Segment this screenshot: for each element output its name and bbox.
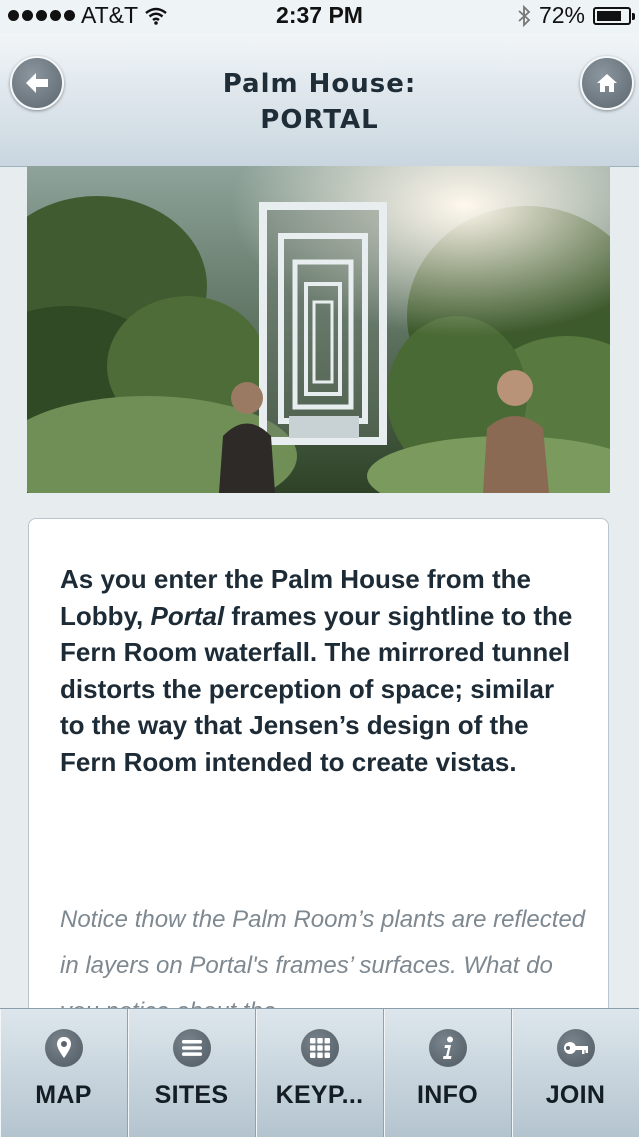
tab-bar: MAP SITES KEYP... INFO JOIN	[0, 1008, 639, 1137]
lead-paragraph: As you enter the Palm House from the Lob…	[60, 561, 580, 780]
battery-group: 72%	[517, 2, 635, 29]
tab-info[interactable]: INFO	[384, 1009, 512, 1137]
nav-header: Palm House: PORTAL	[0, 34, 639, 167]
info-icon	[428, 1029, 467, 1067]
tab-map[interactable]: MAP	[0, 1009, 128, 1137]
status-bar: AT&T 2:37 PM 72%	[0, 0, 639, 34]
lead-text-emphasis: Portal	[150, 600, 225, 631]
greenhouse-photo	[27, 166, 610, 493]
list-icon	[172, 1029, 211, 1067]
page-title-line2: PORTAL	[260, 105, 379, 135]
back-button[interactable]	[10, 56, 64, 110]
battery-icon	[593, 6, 635, 25]
page-title-line1: Palm House:	[222, 69, 417, 99]
arrow-left-icon	[26, 73, 48, 93]
home-button[interactable]	[580, 56, 634, 110]
description-card: As you enter the Palm House from the Lob…	[28, 518, 609, 1078]
tab-sites[interactable]: SITES	[128, 1009, 256, 1137]
bluetooth-icon	[518, 4, 531, 27]
key-icon	[556, 1029, 595, 1067]
tab-keypad[interactable]: KEYP...	[256, 1009, 384, 1137]
tab-join-label: JOIN	[545, 1081, 606, 1109]
map-pin-icon	[44, 1029, 83, 1067]
battery-percent: 72%	[538, 2, 585, 28]
keypad-icon	[300, 1029, 339, 1067]
hero-image	[27, 166, 610, 493]
tab-info-label: INFO	[417, 1081, 478, 1109]
tab-keypad-label: KEYP...	[275, 1081, 364, 1109]
tab-join[interactable]: JOIN	[512, 1009, 639, 1137]
home-icon	[597, 74, 617, 92]
tab-sites-label: SITES	[154, 1081, 229, 1109]
page-title: Palm House: PORTAL	[120, 66, 519, 138]
tab-map-label: MAP	[35, 1081, 92, 1109]
